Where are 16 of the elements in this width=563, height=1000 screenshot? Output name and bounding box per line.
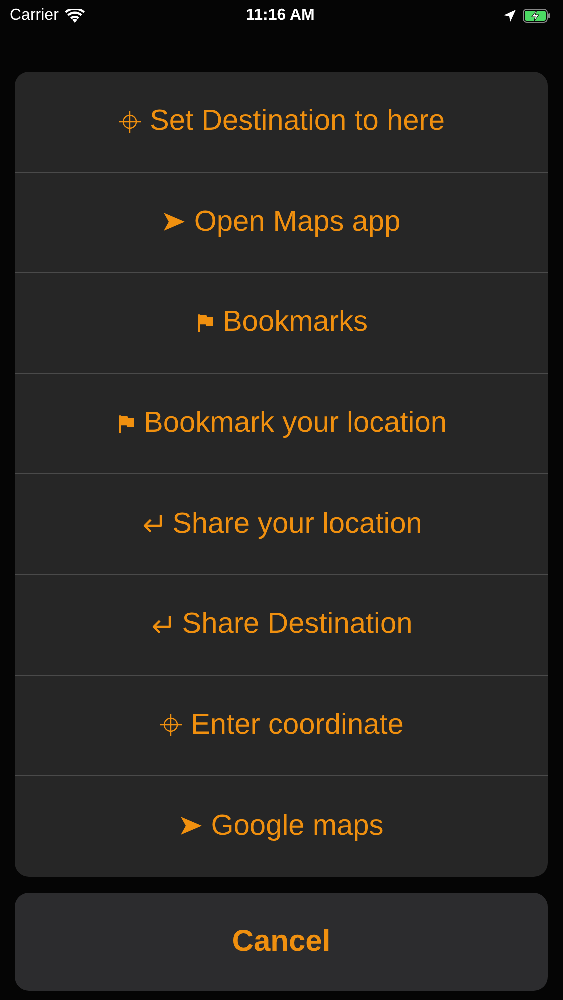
menu-item[interactable]: Bookmarks (15, 273, 548, 374)
battery-charging-icon (523, 9, 551, 23)
menu-item[interactable]: Open Maps app (15, 172, 548, 274)
menu-item[interactable]: Share Destination (15, 574, 548, 676)
menu-item[interactable]: Bookmark your location (15, 374, 548, 474)
cancel-button[interactable]: Cancel (15, 892, 548, 991)
crosshair-icon (118, 110, 142, 134)
crosshair-icon (159, 713, 184, 738)
menu-item[interactable]: Share your location (15, 474, 548, 575)
menu-item[interactable]: Enter coordinate (15, 676, 548, 776)
wifi-icon (64, 8, 85, 24)
carrier-name: Carrier (10, 7, 59, 25)
menu-item[interactable]: Google maps (15, 776, 548, 877)
location-arrow-icon (503, 9, 517, 23)
clock-time: 11:16 AM (246, 7, 315, 25)
menu-item[interactable]: Set Destination to here (15, 72, 548, 173)
